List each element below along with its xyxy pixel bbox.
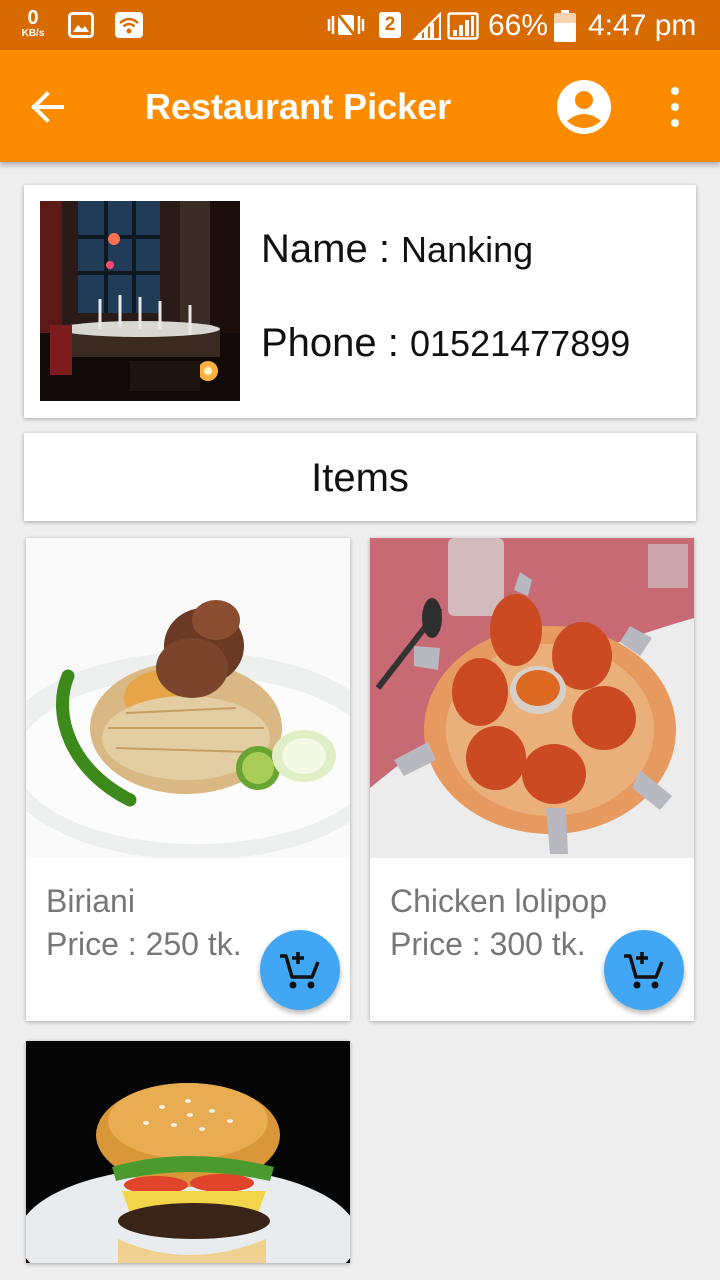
wifi-icon [115,12,143,38]
restaurant-name: Nanking [401,229,534,270]
gallery-icon [68,12,94,38]
item-name: Chicken lolipop [390,883,608,919]
status-bar: 0 KB/s 2 66% 4:47 pm [0,0,720,50]
account-circle-icon[interactable] [553,76,615,138]
back-arrow-icon[interactable] [18,77,78,137]
items-header: Items [24,433,696,521]
app-bar: Restaurant Picker [0,50,720,162]
item-price: Price : 300 tk. [390,926,586,962]
add-to-cart-button[interactable] [604,930,684,1010]
add-shopping-cart-icon [624,952,664,989]
item-price: Price : 250 tk. [46,926,242,962]
restaurant-photo [40,201,240,401]
item-card-biriani[interactable]: Biriani Price : 250 tk. [26,538,350,1021]
signal-strength-icon [447,12,479,40]
name-label: Name : [261,227,402,271]
item-photo [370,538,694,858]
item-photo [26,538,350,858]
item-name: Biriani [46,883,135,919]
net-speed-indicator: 0 KB/s [18,8,48,39]
restaurant-phone-row: Phone : 01521477899 [261,321,630,366]
item-photo [26,1041,350,1263]
restaurant-card: Name : Nanking Phone : 01521477899 [24,185,696,418]
restaurant-phone: 01521477899 [410,323,631,364]
item-card-chicken-lolipop[interactable]: Chicken lolipop Price : 300 tk. [370,538,694,1021]
battery-icon [554,10,576,42]
net-speed-value: 0 [27,7,39,29]
restaurant-name-row: Name : Nanking [261,227,533,272]
net-speed-unit: KB/s [21,28,45,39]
vibrate-icon [327,12,365,38]
phone-label: Phone : [261,321,411,365]
item-card-burger[interactable] [26,1041,350,1263]
more-vert-icon[interactable] [655,80,695,136]
add-shopping-cart-icon [280,952,320,989]
clock: 4:47 pm [588,9,697,42]
app-title: Restaurant Picker [145,86,452,127]
sim-slot-badge: 2 [379,12,401,38]
battery-percentage: 66% [488,9,549,42]
signal-icon [412,12,441,40]
add-to-cart-button[interactable] [260,930,340,1010]
